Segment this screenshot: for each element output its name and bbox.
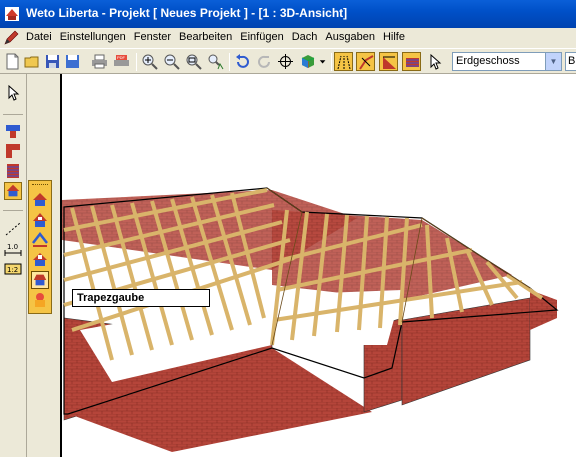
pointer-icon[interactable] [425,52,444,71]
wall-icon[interactable] [4,122,22,140]
menu-ausgaben[interactable]: Ausgaben [321,31,379,43]
dormer-icon[interactable] [31,211,49,229]
zoom-in-icon[interactable] [140,52,159,71]
main-toolbar: PDF Erdgeschoss ▼ B [0,48,576,74]
select-arrow-icon[interactable] [4,84,22,102]
chevron-down-icon[interactable]: ▼ [545,53,561,70]
menu-dach[interactable]: Dach [288,31,322,43]
menu-hilfe[interactable]: Hilfe [379,31,409,43]
menu-datei[interactable]: Datei [22,31,56,43]
scale-label: 1:2 [7,266,18,274]
roof-sub-toolbar [28,180,52,314]
roof-view-a-icon[interactable] [334,52,353,71]
tooltip: Trapezgaube [72,289,210,307]
undo-icon[interactable] [233,52,252,71]
title-bar: Weto Liberta - Projekt [ Neues Projekt ]… [0,0,576,28]
menu-fenster[interactable]: Fenster [130,31,175,43]
gable-icon[interactable] [31,231,49,249]
window-roof-icon[interactable] [31,251,49,269]
zoom-walk-icon[interactable] [206,52,225,71]
svg-text:PDF: PDF [117,55,126,60]
cube-dropdown-icon[interactable] [318,52,328,71]
dimension-label: 1.0 [7,243,18,251]
scale-icon[interactable]: 1:2 [4,260,22,278]
menu-einstellungen[interactable]: Einstellungen [56,31,130,43]
roof-icon[interactable] [31,191,49,209]
print-preview-icon[interactable]: PDF [112,52,131,71]
floor-select-value: Erdgeschoss [456,55,520,67]
zoom-out-icon[interactable] [162,52,181,71]
roof-view-b-icon[interactable] [356,52,375,71]
trapezoid-dormer-icon[interactable] [31,271,49,289]
pencil-icon[interactable] [3,30,19,46]
zoom-window-icon[interactable] [184,52,203,71]
save-icon[interactable] [43,52,62,71]
left-toolbar: 1.0 1:2 [0,74,27,457]
redo-icon[interactable] [255,52,274,71]
secondary-select[interactable]: B [565,52,576,71]
floor-select[interactable]: Erdgeschoss ▼ [452,52,562,71]
menu-bearbeiten[interactable]: Bearbeiten [175,31,236,43]
roof-3d-model [62,187,559,452]
app-icon [5,7,19,21]
cube-3d-icon[interactable] [298,52,317,71]
3d-viewport[interactable] [60,74,576,457]
skylight-icon[interactable] [31,291,49,309]
pattern-icon[interactable] [4,162,22,180]
dimension-icon[interactable]: 1.0 [4,240,22,258]
save-as-icon[interactable] [63,52,82,71]
corner-icon[interactable] [4,142,22,160]
menu-bar: Datei Einstellungen Fenster Bearbeiten E… [0,28,576,48]
house-icon[interactable] [4,182,22,200]
print-icon[interactable] [90,52,109,71]
open-folder-icon[interactable] [23,52,42,71]
new-file-icon[interactable] [3,52,22,71]
roof-view-c-icon[interactable] [379,52,398,71]
dimension-line-icon[interactable] [4,220,22,238]
roof-view-d-icon[interactable] [402,52,421,71]
move-crosshair-icon[interactable] [276,52,295,71]
toolbar-grip[interactable] [32,184,48,186]
menu-einfuegen[interactable]: Einfügen [236,31,287,43]
window-title: Weto Liberta - Projekt [ Neues Projekt ]… [26,6,348,20]
